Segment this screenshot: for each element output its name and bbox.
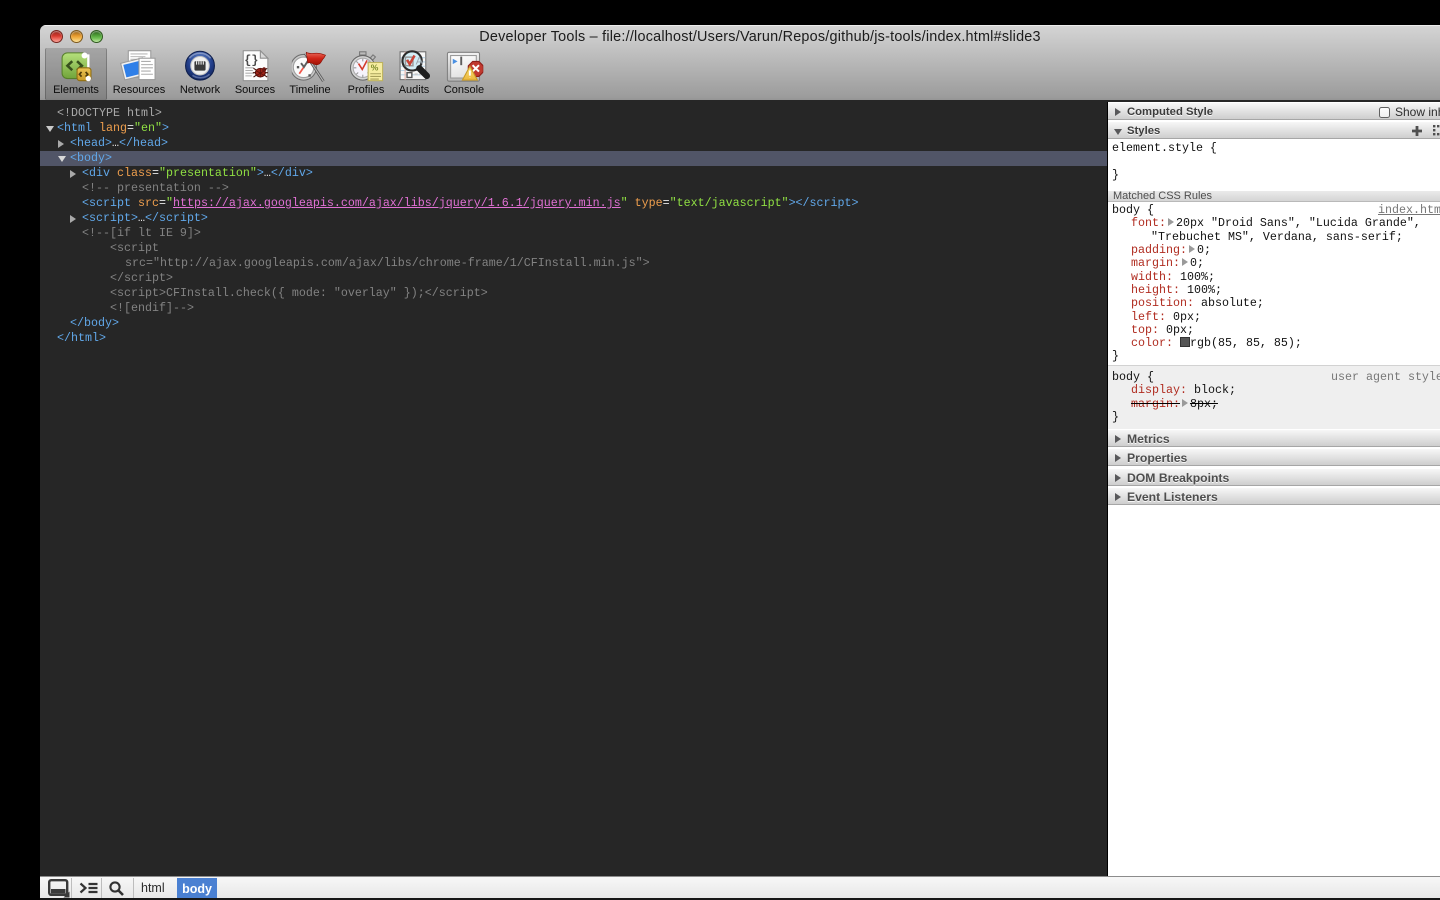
svg-text:{}: {} <box>244 54 258 68</box>
